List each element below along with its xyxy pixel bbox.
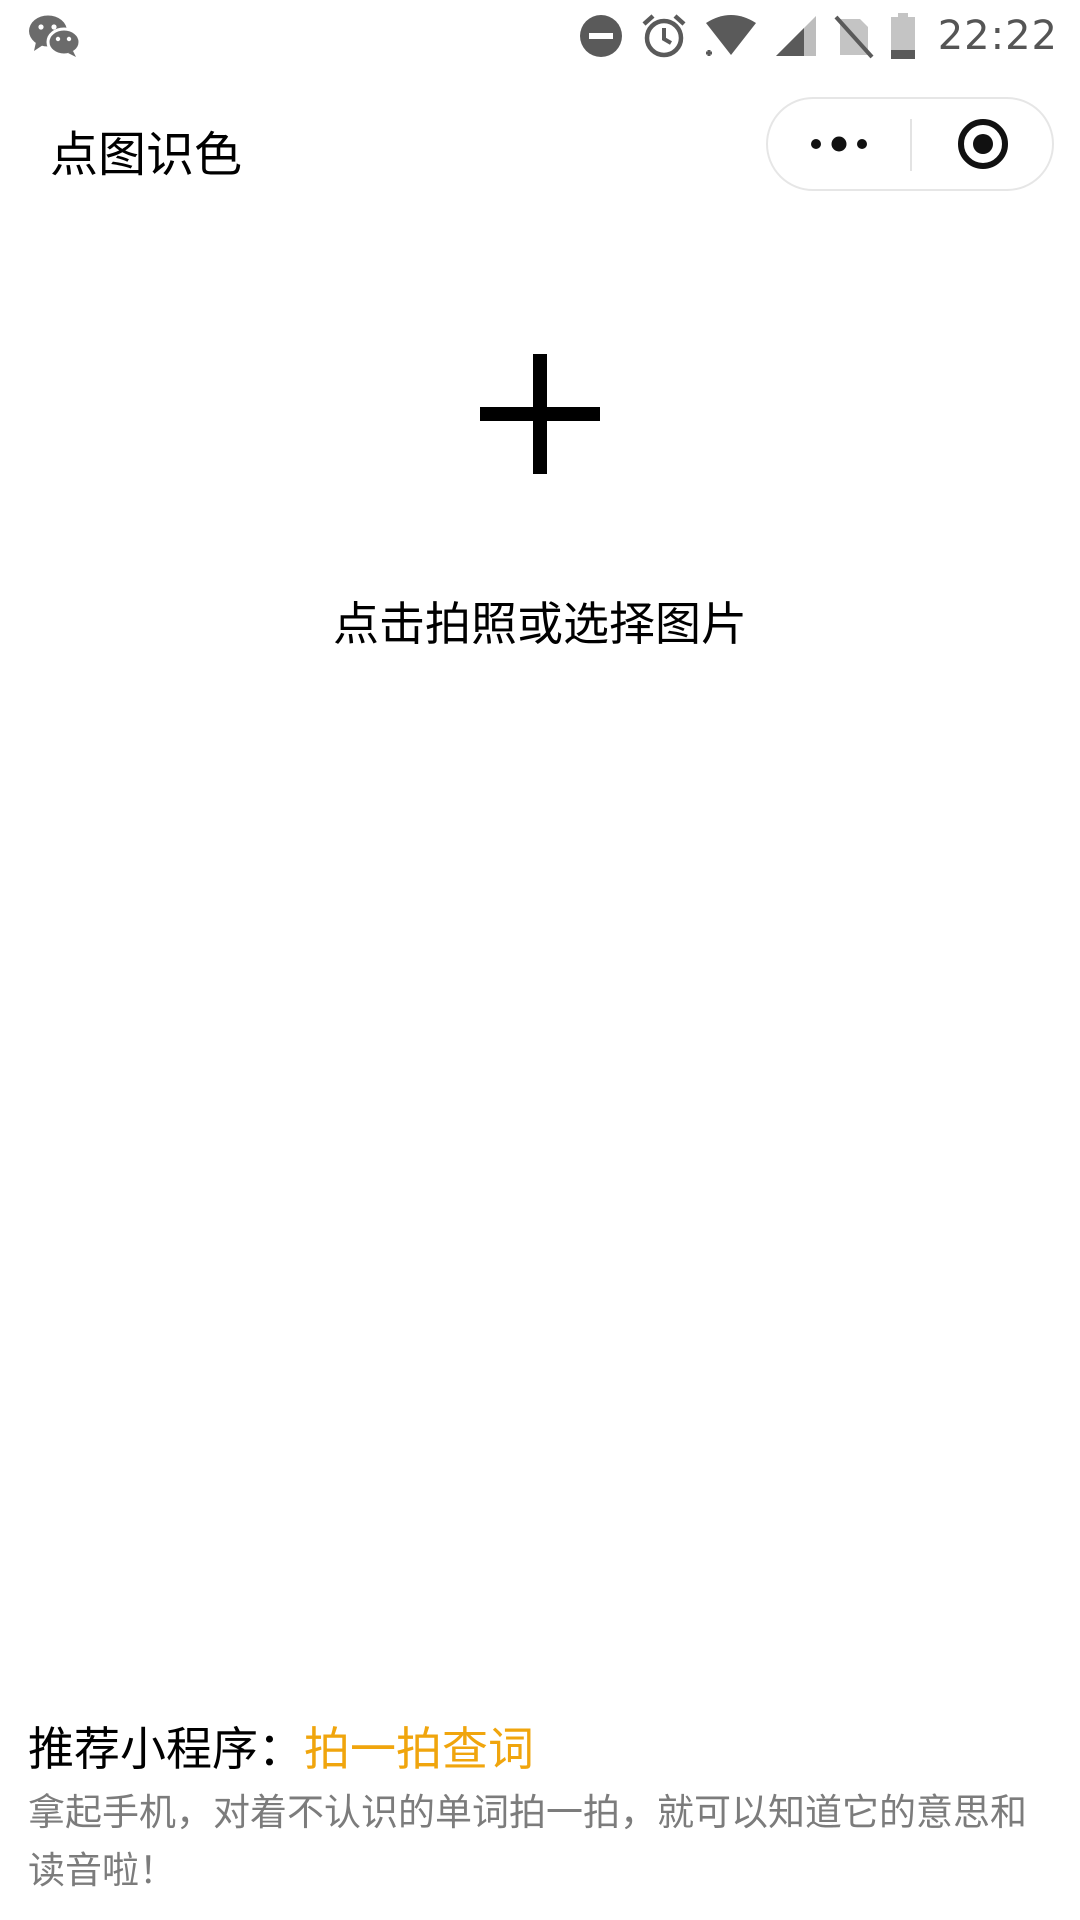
more-button[interactable] — [768, 99, 910, 189]
upload-label: 点击拍照或选择图片 — [333, 597, 747, 651]
battery-icon — [890, 12, 916, 60]
alarm-icon — [640, 12, 688, 60]
recommend-app-link[interactable]: 拍一拍查词 — [304, 1722, 534, 1776]
title-bar: 点图识色 — [0, 72, 1080, 216]
status-bar: 22:22 — [0, 0, 1080, 72]
wechat-icon — [29, 15, 82, 57]
recommend-section: 推荐小程序：拍一拍查词 拿起手机，对着不认识的单词拍一拍，就可以知道它的意思和读… — [28, 1716, 1058, 1900]
close-button[interactable] — [912, 99, 1054, 189]
recommend-title: 推荐小程序：拍一拍查词 — [28, 1716, 1058, 1782]
status-time: 22:22 — [937, 13, 1058, 59]
close-target-icon — [958, 119, 1008, 169]
wifi-icon — [704, 13, 758, 59]
recommend-prefix: 推荐小程序： — [28, 1722, 304, 1776]
dnd-icon — [578, 13, 624, 59]
menu-capsule — [766, 97, 1054, 191]
plus-icon — [480, 354, 600, 474]
page-title: 点图识色 — [50, 127, 243, 183]
upload-area[interactable]: 点击拍照或选择图片 — [270, 330, 810, 660]
recommend-description: 拿起手机，对着不认识的单词拍一拍，就可以知道它的意思和读音啦！ — [28, 1791, 1027, 1892]
signal-icon — [774, 14, 818, 58]
no-sim-icon — [834, 13, 874, 59]
status-icons: 22:22 — [562, 8, 1058, 64]
more-dots-icon — [811, 136, 867, 152]
